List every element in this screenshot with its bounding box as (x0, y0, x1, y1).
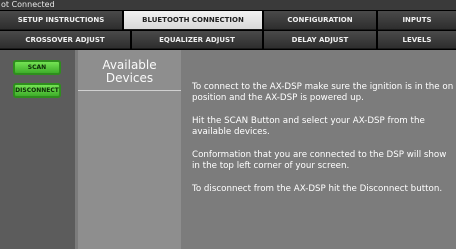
tab-bluetooth-connection[interactable]: BLUETOOTH CONNECTION (124, 11, 262, 30)
scan-button[interactable]: SCAN (13, 60, 61, 75)
tab-crossover-adjust[interactable]: CROSSOVER ADJUST (0, 31, 130, 49)
action-sidebar: SCAN DISCONNECT (0, 50, 75, 249)
disconnect-button[interactable]: DISCONNECT (13, 83, 61, 98)
connection-instructions: To connect to the AX-DSP make sure the i… (192, 82, 454, 207)
connection-status: ot Connected (0, 0, 456, 10)
divider (78, 90, 181, 91)
instruction-paragraph: To disconnect from the AX-DSP hit the Di… (192, 184, 443, 194)
tab-bar-primary: SETUP INSTRUCTIONS BLUETOOTH CONNECTION … (0, 11, 456, 30)
tab-inputs[interactable]: INPUTS (378, 11, 456, 30)
tab-bar-secondary: CROSSOVER ADJUST EQUALIZER ADJUST DELAY … (0, 31, 456, 49)
tab-equalizer-adjust[interactable]: EQUALIZER ADJUST (132, 31, 262, 49)
instruction-paragraph: To connect to the AX-DSP make sure the i… (192, 82, 454, 103)
available-devices-title: Available Devices (102, 58, 157, 85)
available-devices-list[interactable]: Available Devices (78, 50, 181, 249)
instruction-paragraph: Conformation that you are connected to t… (192, 150, 447, 171)
tab-levels[interactable]: LEVELS (378, 31, 456, 49)
tab-delay-adjust[interactable]: DELAY ADJUST (264, 31, 376, 49)
instruction-paragraph: Hit the SCAN Button and select your AX-D… (192, 116, 425, 137)
tab-setup-instructions[interactable]: SETUP INSTRUCTIONS (0, 11, 122, 30)
bluetooth-connection-panel: SCAN DISCONNECT Available Devices To con… (0, 50, 456, 249)
tab-configuration[interactable]: CONFIGURATION (264, 11, 376, 30)
